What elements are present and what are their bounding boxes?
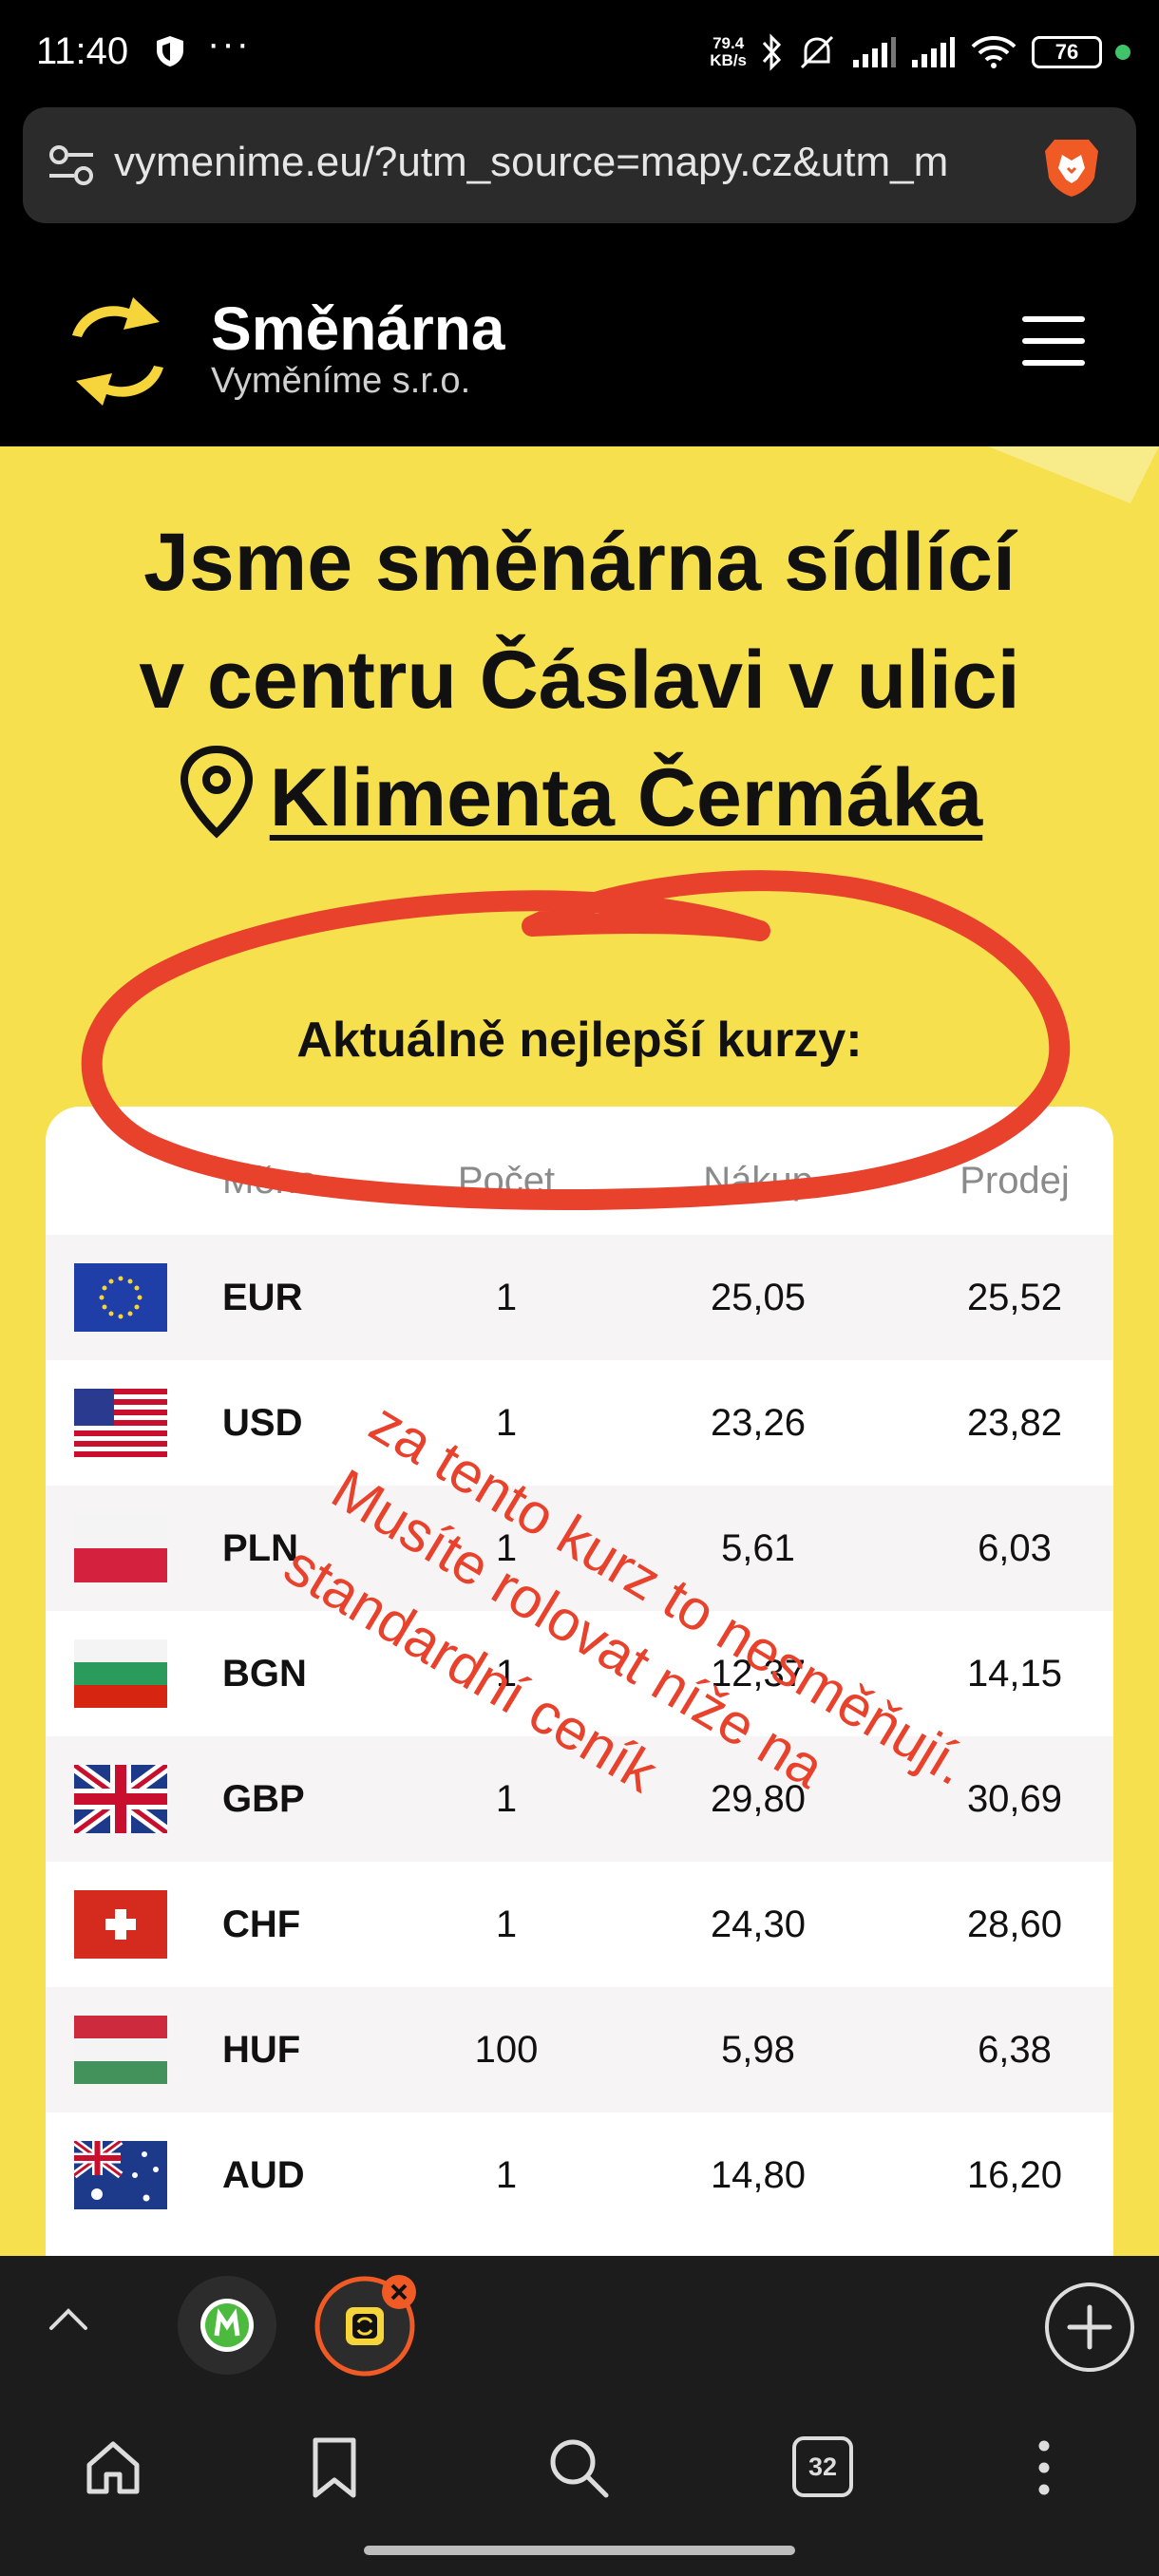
currency-code: PLN (222, 1527, 298, 1569)
site-header: Směnárna Vyměníme s.r.o. (0, 242, 1159, 446)
table-row: GBP 1 29,80 30,69 (46, 1736, 1113, 1862)
sell-rate: 30,69 (966, 1778, 1063, 1820)
table-row: USD 1 23,26 23,82 (46, 1360, 1113, 1486)
mute-icon (800, 35, 834, 69)
currency-count: 1 (495, 1402, 518, 1444)
best-rates-title: Aktuálně nejlepší kurzy: (296, 1013, 863, 1068)
currency-code: EUR (222, 1277, 303, 1318)
pl-flag-icon (74, 1514, 167, 1582)
currency-count: 1 (495, 1527, 518, 1569)
currency-count: 1 (495, 1653, 518, 1695)
chevron-up-icon[interactable] (46, 2300, 91, 2338)
table-row: CHF 1 24,30 28,60 (46, 1862, 1113, 1987)
signal-icon (853, 37, 896, 67)
status-icons: 79.4 KB/s 76 (710, 28, 1130, 76)
bluetooth-icon (762, 33, 782, 71)
gesture-bar[interactable] (364, 2546, 795, 2555)
column-header-buy: Nákup (703, 1160, 813, 1202)
status-bar: 11:40 ··· 79.4 KB/s 76 (0, 0, 1159, 100)
sell-rate: 25,52 (966, 1277, 1063, 1318)
hero-section: Jsme směnárna sídlící v centru Čáslavi v… (0, 446, 1159, 2256)
currency-count: 1 (495, 2154, 518, 2196)
buy-rate: 25,05 (710, 1277, 807, 1318)
menu-icon[interactable] (1022, 316, 1085, 371)
column-header-currency: Měna (222, 1160, 318, 1202)
browser-toolbar: vymenime.eu/?utm_source=mapy.cz&utm_m (0, 100, 1159, 242)
au-flag-icon (74, 2141, 167, 2209)
bg-flag-icon (74, 1639, 167, 1708)
table-row: PLN 1 5,61 6,03 (46, 1486, 1113, 1611)
currency-code: USD (222, 1402, 303, 1444)
sell-rate: 28,60 (966, 1904, 1063, 1945)
buy-rate: 24,30 (710, 1904, 807, 1945)
buy-rate: 23,26 (710, 1402, 807, 1444)
table-header: Měna Počet Nákup Prodej (46, 1107, 1113, 1235)
more-menu-icon[interactable] (1030, 2436, 1058, 2499)
currency-count: 1 (495, 1778, 518, 1820)
currency-code: CHF (222, 1904, 301, 1945)
screen: 11:40 ··· 79.4 KB/s 76 vymenime.eu/?utm_… (0, 0, 1159, 2576)
sell-rate: 14,15 (966, 1653, 1063, 1695)
tab-favicon-icon[interactable] (177, 2275, 277, 2376)
table-row: BGN 1 12,37 14,15 (46, 1611, 1113, 1736)
site-settings-icon[interactable] (48, 143, 95, 187)
sell-rate: 16,20 (966, 2154, 1063, 2196)
location-pin-icon (180, 745, 253, 839)
status-time: 11:40 (36, 30, 129, 72)
battery-icon: 76 (1032, 36, 1102, 68)
exchange-rates-table: Měna Počet Nákup Prodej EUR 1 25,05 25,5… (46, 1107, 1113, 2256)
table-row: AUD 1 14,80 16,20 (46, 2112, 1113, 2238)
column-header-sell: Prodej (960, 1160, 1070, 1202)
brave-shields-icon[interactable] (1041, 136, 1102, 199)
buy-rate: 5,61 (721, 1527, 795, 1569)
home-icon[interactable] (82, 2436, 144, 2499)
currency-code: AUD (222, 2154, 305, 2196)
brand-subtitle: Vyměníme s.r.o. (211, 361, 471, 401)
address-bar[interactable]: vymenime.eu/?utm_source=mapy.cz&utm_m (23, 107, 1136, 223)
currency-code: GBP (222, 1778, 305, 1820)
exchange-logo-icon[interactable] (66, 290, 169, 413)
buy-rate: 5,98 (721, 2029, 795, 2071)
tab-strip (0, 2256, 1159, 2389)
decorative-shape (988, 446, 1159, 503)
sell-rate: 6,38 (978, 2029, 1052, 2071)
table-row: EUR 1 25,05 25,52 (46, 1235, 1113, 1360)
net-speed: 79.4 KB/s (710, 34, 747, 69)
url-text[interactable]: vymenime.eu/?utm_source=mapy.cz&utm_m (114, 139, 1026, 186)
shield-icon (157, 36, 183, 66)
currency-count: 100 (474, 2029, 539, 2071)
currency-count: 1 (495, 1277, 518, 1318)
search-icon[interactable] (545, 2434, 612, 2501)
gb-flag-icon (74, 1765, 167, 1833)
bookmark-icon[interactable] (306, 2434, 363, 2501)
currency-count: 1 (495, 1904, 518, 1945)
address-link[interactable]: Klimenta Čermáka (270, 752, 982, 843)
currency-code: BGN (222, 1653, 307, 1695)
ch-flag-icon (74, 1890, 167, 1959)
table-row: HUF 100 5,98 6,38 (46, 1987, 1113, 2112)
us-flag-icon (74, 1389, 167, 1457)
column-header-count: Počet (457, 1160, 556, 1202)
privacy-indicator (1115, 45, 1130, 60)
sell-rate: 23,82 (966, 1402, 1063, 1444)
tab-switcher-button[interactable]: 32 (792, 2436, 853, 2497)
wifi-icon (971, 36, 1016, 68)
hu-flag-icon (74, 2016, 167, 2084)
tab-count: 32 (808, 2452, 838, 2481)
buy-rate: 29,80 (710, 1778, 807, 1820)
new-tab-icon[interactable] (1043, 2281, 1136, 2374)
signal-icon (912, 37, 955, 67)
page-heading: Jsme směnárna sídlící v centru Čáslavi v… (139, 517, 1020, 843)
currency-code: HUF (222, 2029, 301, 2071)
brand-name[interactable]: Směnárna (211, 294, 504, 364)
more-notifications: ··· (207, 23, 251, 65)
sell-rate: 6,03 (978, 1527, 1052, 1569)
buy-rate: 14,80 (710, 2154, 807, 2196)
active-tab-favicon-icon[interactable] (314, 2273, 420, 2377)
buy-rate: 12,37 (710, 1653, 807, 1695)
eu-flag-icon (74, 1263, 167, 1332)
